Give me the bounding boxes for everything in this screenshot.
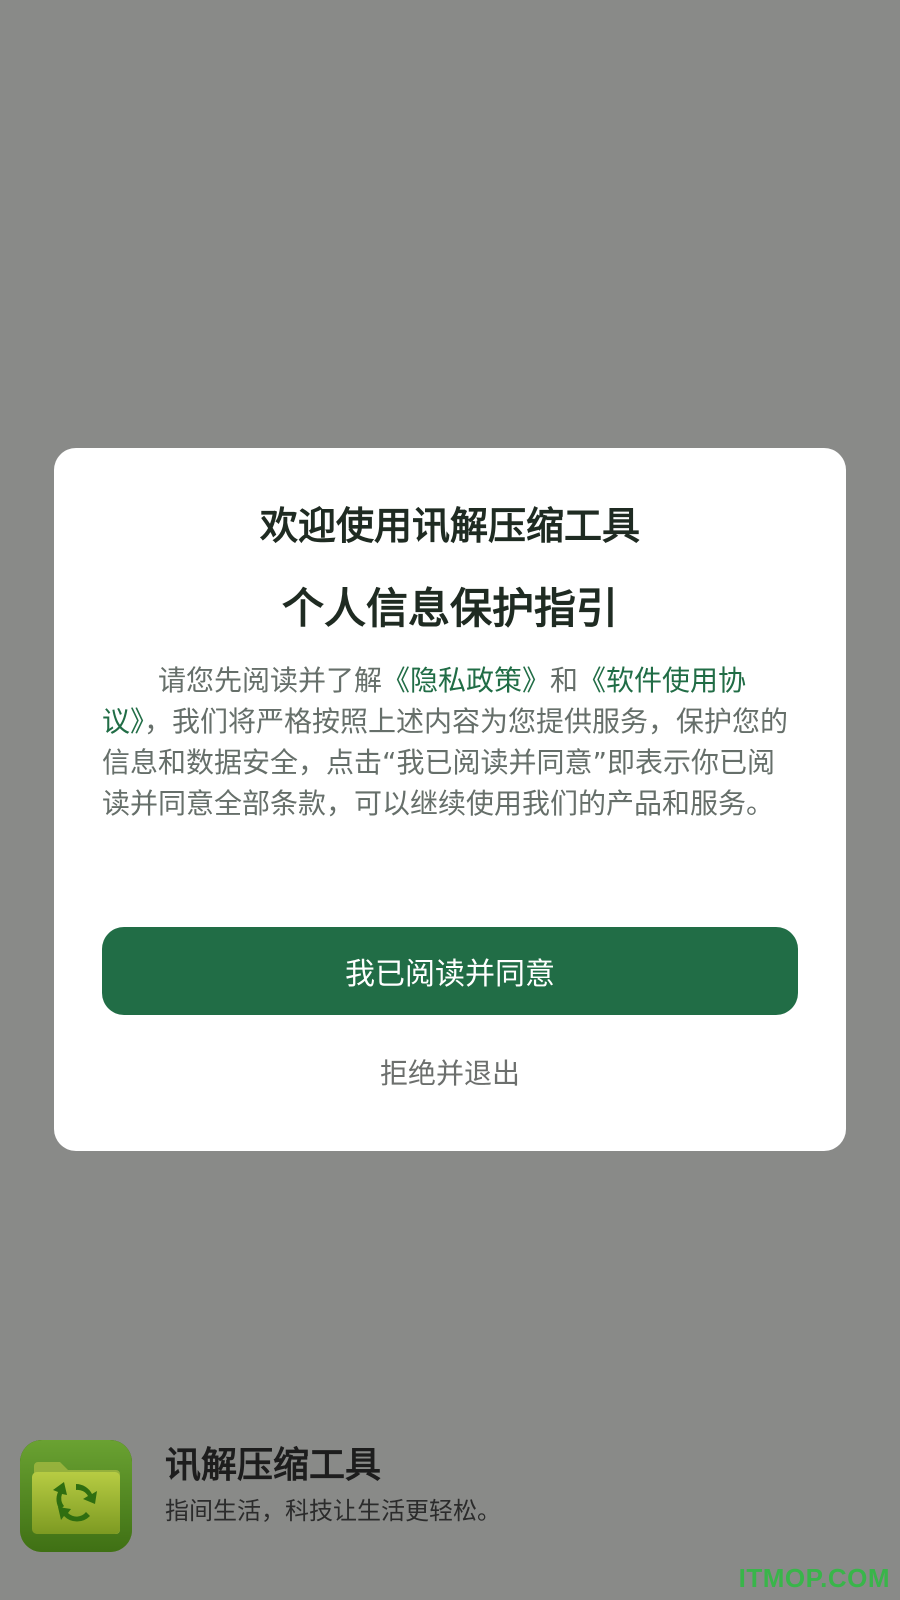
site-watermark: ITMOP.COM — [738, 1563, 890, 1593]
privacy-policy-link[interactable]: 《隐私政策》 — [382, 664, 550, 697]
agree-button[interactable]: 我已阅读并同意 — [102, 927, 798, 1015]
body-text-intro: 请您先阅读并了解 — [158, 664, 383, 697]
app-slogan: 指间生活，科技让生活更轻松。 — [165, 1497, 501, 1525]
body-text-and: 和 — [550, 664, 579, 697]
folder-recycle-icon — [20, 1440, 132, 1552]
privacy-dialog: 欢迎使用讯解压缩工具 个人信息保护指引 请您先阅读并了解《隐私政策》和《软件使用… — [54, 448, 846, 1151]
agree-button-label: 我已阅读并同意 — [345, 957, 555, 992]
body-text-rest: ，我们将严格按照上述内容为您提供服务，保护您的信息和数据安全，点击“我已阅读并同… — [102, 705, 789, 820]
reject-exit-button[interactable]: 拒绝并退出 — [54, 1052, 846, 1092]
app-footer: 讯解压缩工具 指间生活，科技让生活更轻松。 — [20, 1440, 880, 1552]
app-name: 讯解压缩工具 — [165, 1445, 382, 1486]
dialog-subtitle: 个人信息保护指引 — [281, 584, 618, 633]
dialog-body: 请您先阅读并了解《隐私政策》和《软件使用协议》，我们将严格按照上述内容为您提供服… — [102, 660, 790, 824]
dialog-title: 欢迎使用讯解压缩工具 — [259, 504, 640, 548]
reject-button-label: 拒绝并退出 — [379, 1057, 520, 1090]
